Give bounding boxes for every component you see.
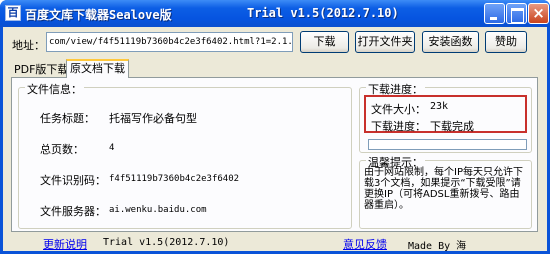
- app-window: 百 百度文库下载器Sealove版 Trial v1.5(2012.7.10) …: [0, 0, 550, 254]
- file-info-legend: 文件信息：: [25, 81, 84, 97]
- close-button[interactable]: ×: [528, 3, 549, 24]
- download-progress-group: 下载进度： 文件大小： 23k 下载进度： 下载完成: [359, 81, 532, 153]
- open-folder-button[interactable]: 打开文件夹: [355, 31, 415, 53]
- donate-button[interactable]: 赞助: [485, 31, 527, 53]
- app-icon: 百: [5, 5, 21, 21]
- page-count-value: 4: [109, 143, 115, 153]
- file-server-value: ai.wenku.baidu.com: [109, 205, 207, 215]
- task-title-value: 托福写作必备句型: [109, 112, 197, 125]
- minimize-button[interactable]: [484, 3, 505, 24]
- file-size-label: 文件大小：: [371, 103, 426, 116]
- title-bar[interactable]: 百 百度文库下载器Sealove版 Trial v1.5(2012.7.10) …: [0, 0, 550, 27]
- install-button[interactable]: 安装函数: [422, 31, 479, 53]
- author-credit: Made By 海: [408, 241, 467, 252]
- tab-original-download[interactable]: 原文档下载: [66, 59, 129, 78]
- file-id-label: 文件识别码：: [40, 174, 106, 187]
- feedback-link[interactable]: 意见反馈: [343, 236, 387, 252]
- address-input[interactable]: com/view/f4f51119b7360b4c2e3f6402.html?1…: [46, 32, 293, 52]
- maximize-button[interactable]: [506, 3, 527, 24]
- download-button[interactable]: 下载: [300, 31, 349, 53]
- page-count-label: 总页数：: [40, 143, 84, 156]
- tips-text: 由于网站限制，每个IP每天只允许下载3个文档，如果提示“下载受限”请更换IP（可…: [364, 167, 523, 211]
- progress-bar: [368, 139, 527, 150]
- file-info-group: 文件信息： 任务标题： 托福写作必备句型 总页数： 4 文件识别码： f4f51…: [18, 81, 352, 229]
- window-title: 百度文库下载器Sealove版: [25, 8, 172, 22]
- task-title-label: 任务标题：: [40, 112, 95, 125]
- file-server-label: 文件服务器：: [40, 205, 106, 218]
- file-size-value: 23k: [430, 101, 449, 112]
- window-title-version: Trial v1.5(2012.7.10): [247, 6, 399, 20]
- file-id-value: f4f51119b7360b4c2e3f6402: [109, 174, 240, 184]
- status-version: Trial v1.5(2012.7.10): [103, 237, 230, 248]
- close-icon: ×: [532, 4, 545, 22]
- address-label: 地址：: [12, 39, 45, 52]
- client-area: 地址： com/view/f4f51119b7360b4c2e3f6402.ht…: [3, 27, 547, 252]
- tips-group: 温馨提示： 由于网站限制，每个IP每天只允许下载3个文档，如果提示“下载受限”请…: [359, 154, 532, 229]
- tab-panel: 文件信息： 任务标题： 托福写作必备句型 总页数： 4 文件识别码： f4f51…: [11, 77, 538, 232]
- download-status-value: 下载完成: [430, 120, 474, 133]
- download-status-label: 下载进度：: [371, 120, 426, 133]
- changelog-link[interactable]: 更新说明: [43, 236, 87, 252]
